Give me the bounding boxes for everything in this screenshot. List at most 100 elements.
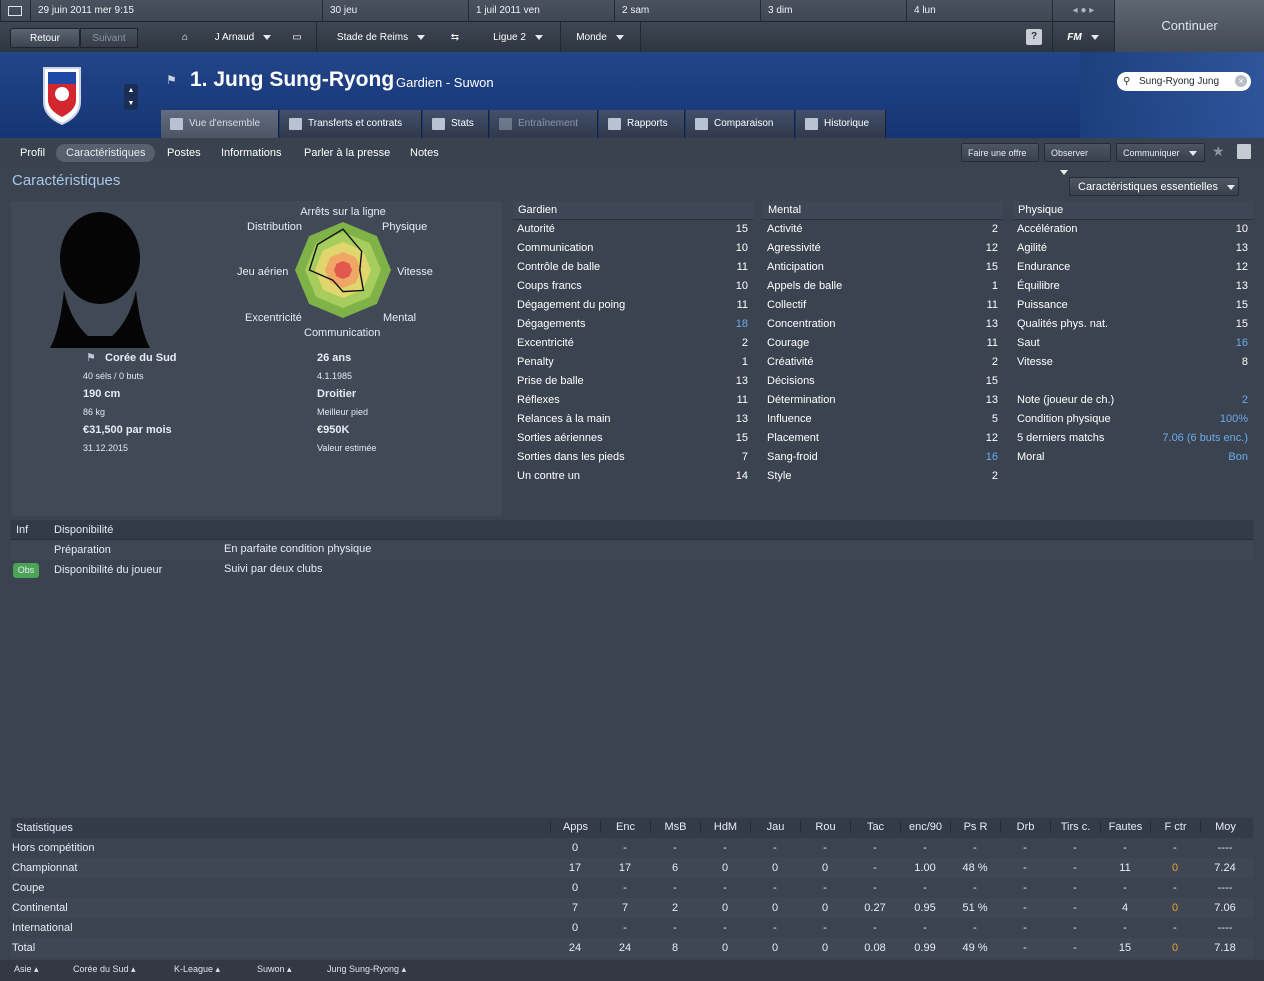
stats-column-header[interactable]: Tac [850, 821, 900, 833]
attribute-row[interactable]: Dégagement du poing 11 [513, 296, 753, 315]
attribute-row[interactable]: Accélération 10 [1013, 220, 1253, 239]
attribute-row[interactable]: Détermination 13 [763, 391, 1003, 410]
attribute-row[interactable]: Sorties aériennes 15 [513, 429, 753, 448]
attribute-name: Contrôle de balle [517, 261, 601, 273]
make-offer-button[interactable]: Faire une offre [961, 143, 1039, 162]
stats-column-header[interactable]: Jau [750, 821, 800, 833]
fm-menu[interactable]: FM [1060, 28, 1106, 48]
league-menu[interactable]: Ligue 2 [484, 28, 552, 48]
attribute-row[interactable]: Relances à la main 13 [513, 410, 753, 429]
calendar-icon[interactable] [0, 0, 30, 22]
attribute-row[interactable]: Style 2 [763, 467, 1003, 486]
breadcrumb-item[interactable]: Asie ▴ [14, 964, 39, 975]
stats-column-header[interactable]: Tirs c. [1050, 821, 1100, 833]
date-day[interactable]: 1 juil 2011 ven [468, 0, 614, 22]
attribute-row[interactable]: Un contre un 14 [513, 467, 753, 486]
view-select[interactable]: Caractéristiques essentielles [1069, 177, 1239, 196]
attribute-row[interactable]: Concentration 13 [763, 315, 1003, 334]
subnav-attributes[interactable]: Caractéristiques [56, 144, 156, 162]
club-menu[interactable]: Stade de Reims [326, 28, 436, 48]
back-button[interactable]: Retour [10, 28, 80, 48]
attribute-row[interactable]: Placement 12 [763, 429, 1003, 448]
tab-training[interactable]: Entraînement [490, 110, 598, 138]
stats-column-header[interactable]: Enc [600, 821, 650, 833]
clear-search-icon[interactable]: × [1235, 75, 1247, 87]
interact-button[interactable]: Communiquer [1116, 143, 1205, 162]
stats-column-header[interactable]: F ctr [1150, 821, 1200, 833]
date-day[interactable]: 4 lun [906, 0, 1052, 22]
scout-button[interactable]: Observer [1044, 143, 1111, 162]
date-current[interactable]: 29 juin 2011 mer 9:15 [30, 0, 322, 22]
date-day[interactable]: 2 sam [614, 0, 760, 22]
attribute-row[interactable]: Créativité 2 [763, 353, 1003, 372]
attribute-row[interactable]: Collectif 11 [763, 296, 1003, 315]
breadcrumb-item[interactable]: K-League ▴ [174, 964, 220, 975]
date-day[interactable]: 3 dim [760, 0, 906, 22]
attribute-row[interactable]: Qualités phys. nat. 15 [1013, 315, 1253, 334]
attribute-row[interactable]: Agressivité 12 [763, 239, 1003, 258]
stats-column-header[interactable]: enc/90 [900, 821, 950, 833]
attribute-row[interactable]: Endurance 12 [1013, 258, 1253, 277]
subnav-press[interactable]: Parler à la presse [304, 144, 390, 162]
player-search-input[interactable]: ⚲ Sung-Ryong Jung × [1117, 72, 1251, 91]
attribute-row[interactable]: Puissance 15 [1013, 296, 1253, 315]
switch-icon[interactable]: ⇆ [444, 28, 466, 48]
tab-stats[interactable]: Stats [423, 110, 489, 138]
tab-history[interactable]: Historique [796, 110, 886, 138]
attribute-row[interactable]: Coups francs 10 [513, 277, 753, 296]
attribute-row[interactable]: Agilité 13 [1013, 239, 1253, 258]
breadcrumb-item[interactable]: Corée du Sud ▴ [73, 964, 136, 975]
manager-menu[interactable]: J Arnaud [204, 28, 282, 48]
tab-reports[interactable]: Rapports [599, 110, 685, 138]
home-icon[interactable]: ⌂ [176, 28, 194, 48]
stats-column-header[interactable]: HdM [700, 821, 750, 833]
world-menu[interactable]: Monde [568, 28, 632, 48]
stats-column-header[interactable]: MsB [650, 821, 700, 833]
date-day[interactable]: 30 jeu [322, 0, 468, 22]
notes-icon[interactable] [1237, 144, 1251, 159]
attribute-row[interactable]: Communication 10 [513, 239, 753, 258]
stats-column-header[interactable]: Drb [1000, 821, 1050, 833]
star-icon[interactable]: ★ [1212, 143, 1228, 160]
attribute-row[interactable]: Autorité 15 [513, 220, 753, 239]
attribute-row[interactable]: Penalty 1 [513, 353, 753, 372]
attribute-row[interactable]: Influence 5 [763, 410, 1003, 429]
nationality[interactable]: Corée du Sud [105, 352, 177, 364]
tab-comparison[interactable]: Comparaison [686, 110, 795, 138]
stats-column-header[interactable]: Apps [550, 821, 600, 833]
inbox-icon[interactable]: ▭ [286, 28, 308, 48]
player-scroll-arrows[interactable]: ▲ ▼ [124, 84, 138, 110]
club-crest-icon[interactable] [42, 64, 82, 126]
stats-column-header[interactable]: Fautes [1100, 821, 1150, 833]
help-button[interactable]: ? [1026, 29, 1042, 45]
attribute-row[interactable]: Prise de balle 13 [513, 372, 753, 391]
breadcrumb-item[interactable]: Suwon ▴ [257, 964, 292, 975]
attribute-row[interactable]: Activité 2 [763, 220, 1003, 239]
timeline-slider[interactable]: ◂ ● ▸ [1052, 0, 1114, 22]
stats-column-header[interactable]: Ps R [950, 821, 1000, 833]
subnav-profile[interactable]: Profil [20, 144, 45, 162]
forward-button[interactable]: Suivant [80, 28, 138, 48]
attribute-row[interactable]: Sorties dans les pieds 7 [513, 448, 753, 467]
subnav-information[interactable]: Informations [221, 144, 282, 162]
attribute-row[interactable]: Saut 16 [1013, 334, 1253, 353]
attribute-row[interactable]: Dégagements 18 [513, 315, 753, 334]
attribute-row[interactable]: Équilibre 13 [1013, 277, 1253, 296]
attribute-row[interactable]: Réflexes 11 [513, 391, 753, 410]
tab-transfers[interactable]: Transferts et contrats [280, 110, 422, 138]
attribute-row[interactable]: Appels de balle 1 [763, 277, 1003, 296]
breadcrumb-item[interactable]: Jung Sung-Ryong ▴ [327, 964, 406, 975]
attribute-row[interactable]: Décisions 15 [763, 372, 1003, 391]
stats-column-header[interactable]: Moy [1200, 821, 1250, 833]
attribute-row[interactable]: Sang-froid 16 [763, 448, 1003, 467]
tab-overview[interactable]: Vue d'ensemble [161, 110, 279, 138]
stats-column-header[interactable]: Rou [800, 821, 850, 833]
attribute-row[interactable]: Anticipation 15 [763, 258, 1003, 277]
attribute-row[interactable]: Excentricité 2 [513, 334, 753, 353]
attribute-row[interactable]: Vitesse 8 [1013, 353, 1253, 372]
subnav-notes[interactable]: Notes [410, 144, 439, 162]
attribute-row[interactable]: Courage 11 [763, 334, 1003, 353]
attribute-row[interactable]: Contrôle de balle 11 [513, 258, 753, 277]
subnav-positions[interactable]: Postes [167, 144, 201, 162]
continue-button[interactable]: Continuer [1114, 0, 1264, 52]
